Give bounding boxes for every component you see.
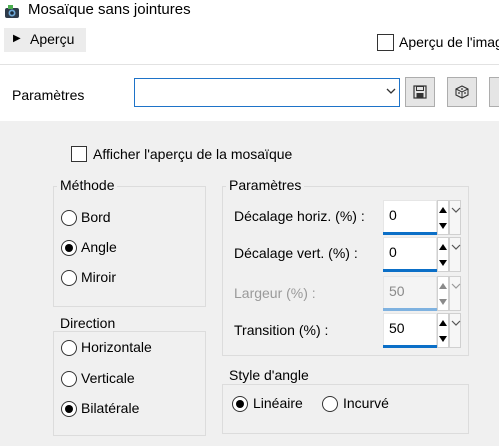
chevron-right-icon: ▶ [13,33,21,44]
presets-row: Paramètres [0,65,499,121]
vertical-offset-dropdown[interactable] [449,237,461,272]
vertical-offset-stepper[interactable] [437,237,449,272]
transition-input[interactable]: 50 [383,313,437,346]
input-underline [383,269,437,272]
corner-curved-label: Incurvé [343,395,389,411]
method-edge-label: Bord [81,209,111,225]
direction-vertical-radio[interactable] [61,371,77,387]
direction-horizontal-label: Horizontale [81,339,152,355]
presets-label: Paramètres [12,87,85,103]
save-preset-button[interactable] [405,77,435,107]
width-stepper [437,276,449,311]
width-input: 50 [383,276,437,309]
direction-group-title: Direction [57,315,119,331]
arrow-down-icon[interactable] [439,336,447,342]
direction-vertical-label: Verticale [81,370,135,386]
vertical-offset-label: Décalage vert. (%) : [234,245,358,261]
transition-stepper[interactable] [437,313,449,348]
horizontal-offset-spinbox[interactable]: 0 [383,200,461,236]
preview-toggle-label: Aperçu [30,31,75,47]
method-edge-radio[interactable] [61,210,77,226]
method-group-title: Méthode [57,177,118,193]
corner-linear-label: Linéaire [253,395,303,411]
presets-combobox[interactable] [134,78,400,107]
corner-style-group-title: Style d'angle [226,367,312,383]
method-corner-label: Angle [81,239,117,255]
title-bar: Mosaïque sans jointures [0,0,499,22]
direction-horizontal-radio[interactable] [61,340,77,356]
preview-bar: ▶ Aperçu Aperçu de l'image [0,22,499,64]
horizontal-offset-stepper[interactable] [437,200,449,235]
horizontal-offset-input[interactable]: 0 [383,200,437,233]
arrow-down-icon[interactable] [439,260,447,266]
settings-group-title: Paramètres [226,177,305,193]
direction-bilateral-radio[interactable] [61,401,77,417]
randomize-button[interactable] [447,77,477,107]
chevron-down-icon [451,283,461,289]
chevron-down-icon [451,207,461,213]
width-spinbox: 50 [383,276,461,312]
arrow-up-icon[interactable] [439,320,447,326]
vertical-offset-input[interactable]: 0 [383,237,437,270]
preview-expand-button[interactable]: ▶ Aperçu [4,28,86,52]
app-icon [5,5,19,18]
window-title: Mosaïque sans jointures [28,1,191,18]
chevron-down-icon [451,320,461,326]
width-label: Largeur (%) : [234,285,316,301]
arrow-up-icon[interactable] [439,207,447,213]
transition-label: Transition (%) : [234,322,329,338]
method-mirror-label: Miroir [81,269,116,285]
corner-curved-radio[interactable] [322,396,338,412]
transition-dropdown[interactable] [449,313,461,348]
image-preview-label: Aperçu de l'image [399,34,499,50]
chevron-down-icon [386,88,396,94]
horizontal-offset-label: Décalage horiz. (%) : [234,208,365,224]
width-value: 50 [389,283,405,299]
save-icon [413,85,427,99]
arrow-up-icon[interactable] [439,244,447,250]
show-tile-preview-checkbox[interactable] [71,146,87,162]
direction-bilateral-label: Bilatérale [81,400,140,416]
vertical-offset-value: 0 [389,244,397,260]
chevron-down-icon [451,244,461,250]
reset-button[interactable] [489,77,499,107]
show-tile-preview-label: Afficher l'aperçu de la mosaïque [93,146,293,162]
transition-value: 50 [389,320,405,336]
width-dropdown [449,276,461,311]
input-underline [383,345,437,348]
transition-spinbox[interactable]: 50 [383,313,461,349]
horizontal-offset-value: 0 [389,207,397,223]
settings-panel: Afficher l'aperçu de la mosaïque Méthode… [0,121,499,446]
corner-linear-radio[interactable] [232,396,248,412]
method-mirror-radio[interactable] [61,270,77,286]
image-preview-checkbox[interactable] [377,34,394,51]
method-corner-radio[interactable] [61,240,77,256]
arrow-up-icon [439,283,447,289]
arrow-down-icon[interactable] [439,223,447,229]
input-underline [383,308,437,311]
horizontal-offset-dropdown[interactable] [449,200,461,235]
dice-icon [455,85,469,99]
input-underline [383,232,437,235]
arrow-down-icon [439,299,447,305]
vertical-offset-spinbox[interactable]: 0 [383,237,461,273]
